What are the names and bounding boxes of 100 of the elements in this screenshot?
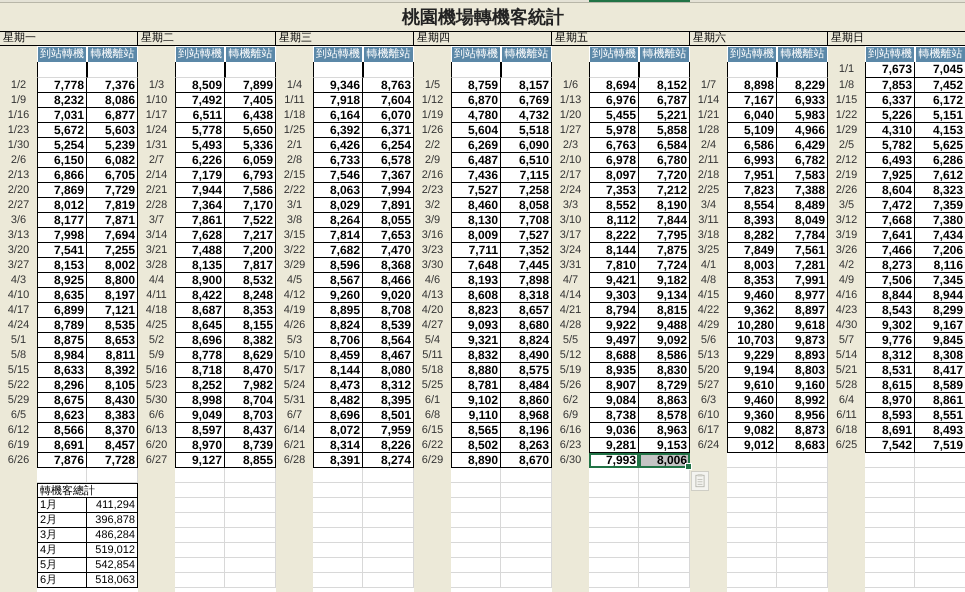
departure-cell[interactable]: 8,977 <box>777 288 828 303</box>
departure-cell[interactable]: 7,376 <box>87 78 138 93</box>
departure-cell[interactable]: 7,708 <box>501 213 552 228</box>
arrival-cell[interactable]: 5,226 <box>865 108 915 123</box>
departure-cell[interactable]: 8,484 <box>501 378 552 393</box>
arrival-cell[interactable]: 6,976 <box>589 93 639 108</box>
departure-cell[interactable]: 8,323 <box>915 183 965 198</box>
departure-cell[interactable]: 7,212 <box>639 183 690 198</box>
departure-cell[interactable]: 8,535 <box>87 318 138 333</box>
departure-cell[interactable]: 4,153 <box>915 123 965 138</box>
departure-cell[interactable]: 7,604 <box>363 93 414 108</box>
arrival-cell[interactable]: 7,778 <box>37 78 87 93</box>
arrival-cell[interactable]: 9,346 <box>313 78 363 93</box>
arrival-cell[interactable]: 8,890 <box>451 453 501 468</box>
arrival-cell[interactable]: 8,694 <box>589 78 639 93</box>
arrival-cell[interactable]: 8,970 <box>175 438 225 453</box>
arrival-cell[interactable]: 8,353 <box>727 273 777 288</box>
departure-cell[interactable]: 7,380 <box>915 213 965 228</box>
arrival-cell[interactable]: 8,759 <box>451 78 501 93</box>
departure-cell[interactable]: 8,382 <box>225 333 276 348</box>
arrival-cell[interactable]: 7,951 <box>727 168 777 183</box>
arrival-cell[interactable]: 8,566 <box>37 423 87 438</box>
departure-cell[interactable]: 8,470 <box>225 363 276 378</box>
departure-cell[interactable]: 7,345 <box>915 273 965 288</box>
arrival-cell[interactable]: 8,635 <box>37 288 87 303</box>
departure-cell[interactable]: 6,286 <box>915 153 965 168</box>
departure-cell[interactable]: 7,728 <box>87 453 138 468</box>
arrival-cell[interactable]: 9,421 <box>589 273 639 288</box>
arrival-cell[interactable]: 9,012 <box>727 438 777 453</box>
arrival-cell[interactable]: 8,691 <box>865 423 915 438</box>
clipboard-icon[interactable] <box>691 470 709 492</box>
arrival-cell[interactable]: 9,303 <box>589 288 639 303</box>
departure-cell[interactable]: 8,956 <box>777 408 828 423</box>
departure-cell[interactable]: 6,793 <box>225 168 276 183</box>
arrival-cell[interactable]: 8,645 <box>175 318 225 333</box>
arrival-cell[interactable]: 8,003 <box>727 258 777 273</box>
departure-cell[interactable]: 8,657 <box>501 303 552 318</box>
departure-cell[interactable]: 8,055 <box>363 213 414 228</box>
departure-cell[interactable]: 7,583 <box>777 168 828 183</box>
departure-cell[interactable]: 8,312 <box>363 378 414 393</box>
departure-cell[interactable]: 7,217 <box>225 228 276 243</box>
arrival-cell[interactable]: 8,832 <box>451 348 501 363</box>
departure-cell[interactable]: 8,551 <box>915 408 965 423</box>
departure-cell[interactable]: 8,873 <box>777 423 828 438</box>
departure-cell[interactable]: 9,020 <box>363 288 414 303</box>
departure-cell[interactable]: 8,501 <box>363 408 414 423</box>
departure-cell[interactable]: 7,281 <box>777 258 828 273</box>
arrival-cell[interactable]: 8,615 <box>865 378 915 393</box>
departure-cell[interactable]: 8,811 <box>87 348 138 363</box>
departure-cell[interactable]: 9,488 <box>639 318 690 333</box>
departure-cell[interactable]: 8,897 <box>777 303 828 318</box>
departure-cell[interactable]: 8,430 <box>87 393 138 408</box>
departure-cell[interactable]: 6,090 <box>501 138 552 153</box>
arrival-cell[interactable]: 7,527 <box>451 183 501 198</box>
arrival-cell[interactable]: 9,260 <box>313 288 363 303</box>
arrival-cell[interactable]: 8,072 <box>313 423 363 438</box>
departure-cell[interactable]: 8,963 <box>639 423 690 438</box>
arrival-cell[interactable]: 6,586 <box>727 138 777 153</box>
arrival-cell[interactable]: 7,849 <box>727 243 777 258</box>
departure-cell[interactable]: 8,532 <box>225 273 276 288</box>
departure-cell[interactable]: 8,739 <box>225 438 276 453</box>
departure-cell[interactable]: 7,994 <box>363 183 414 198</box>
departure-cell[interactable]: 7,795 <box>639 228 690 243</box>
arrival-cell[interactable]: 8,688 <box>589 348 639 363</box>
departure-cell[interactable]: 5,518 <box>501 123 552 138</box>
departure-cell[interactable]: 8,383 <box>87 408 138 423</box>
arrival-cell[interactable]: 8,794 <box>589 303 639 318</box>
departure-cell[interactable]: 6,070 <box>363 108 414 123</box>
arrival-cell[interactable]: 7,628 <box>175 228 225 243</box>
arrival-cell[interactable]: 8,925 <box>37 273 87 288</box>
departure-cell[interactable]: 8,417 <box>915 363 965 378</box>
arrival-cell[interactable]: 8,222 <box>589 228 639 243</box>
arrival-cell[interactable]: 9,036 <box>589 423 639 438</box>
arrival-cell[interactable]: 5,254 <box>37 138 87 153</box>
departure-cell[interactable]: 8,395 <box>363 393 414 408</box>
arrival-cell[interactable]: 7,668 <box>865 213 915 228</box>
departure-cell[interactable]: 6,172 <box>915 93 965 108</box>
departure-cell[interactable]: 8,152 <box>639 78 690 93</box>
arrival-cell[interactable]: 8,554 <box>727 198 777 213</box>
arrival-cell[interactable]: 8,596 <box>313 258 363 273</box>
departure-cell[interactable]: 8,863 <box>639 393 690 408</box>
arrival-cell[interactable]: 8,738 <box>589 408 639 423</box>
departure-cell[interactable]: 8,489 <box>777 198 828 213</box>
departure-cell[interactable]: 8,729 <box>639 378 690 393</box>
departure-cell[interactable]: 7,694 <box>87 228 138 243</box>
departure-cell[interactable]: 8,586 <box>639 348 690 363</box>
arrival-cell[interactable]: 6,164 <box>313 108 363 123</box>
arrival-cell[interactable]: 7,993 <box>589 453 639 468</box>
departure-cell[interactable]: 8,299 <box>915 303 965 318</box>
arrival-cell[interactable]: 9,362 <box>727 303 777 318</box>
departure-cell[interactable]: 7,434 <box>915 228 965 243</box>
arrival-cell[interactable]: 7,944 <box>175 183 225 198</box>
departure-cell[interactable]: 7,724 <box>639 258 690 273</box>
arrival-cell[interactable]: 7,472 <box>865 198 915 213</box>
arrival-cell[interactable]: 8,459 <box>313 348 363 363</box>
arrival-cell[interactable]: 5,672 <box>37 123 87 138</box>
arrival-cell[interactable]: 8,875 <box>37 333 87 348</box>
arrival-cell[interactable]: 8,264 <box>313 213 363 228</box>
departure-cell[interactable]: 7,871 <box>87 213 138 228</box>
departure-cell[interactable]: 5,858 <box>639 123 690 138</box>
